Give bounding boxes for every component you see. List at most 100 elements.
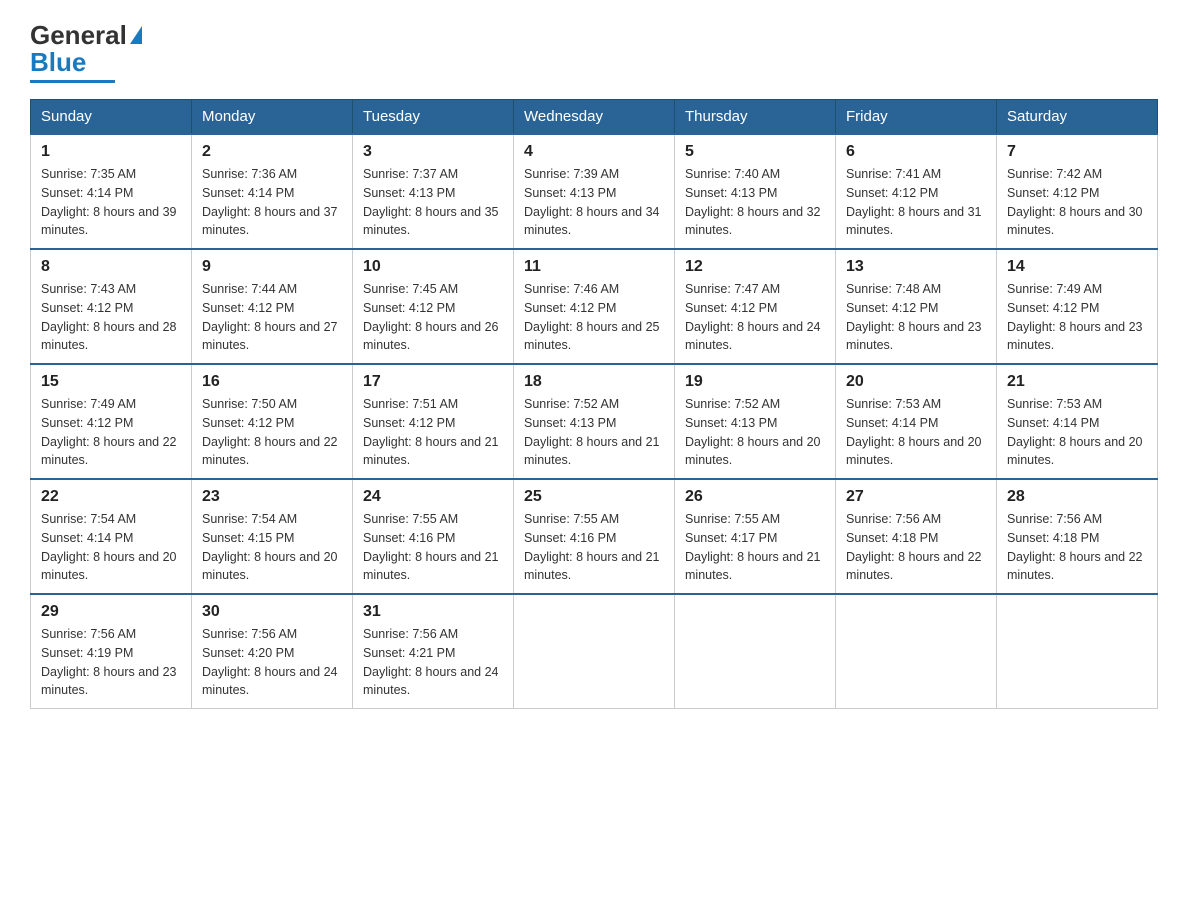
day-info: Sunrise: 7:55 AM Sunset: 4:17 PM Dayligh… [685, 510, 825, 585]
day-number: 27 [846, 488, 986, 506]
day-number: 24 [363, 488, 503, 506]
calendar-cell: 24 Sunrise: 7:55 AM Sunset: 4:16 PM Dayl… [353, 479, 514, 594]
day-info: Sunrise: 7:55 AM Sunset: 4:16 PM Dayligh… [524, 510, 664, 585]
calendar-cell: 25 Sunrise: 7:55 AM Sunset: 4:16 PM Dayl… [514, 479, 675, 594]
day-info: Sunrise: 7:56 AM Sunset: 4:18 PM Dayligh… [1007, 510, 1147, 585]
day-info: Sunrise: 7:44 AM Sunset: 4:12 PM Dayligh… [202, 280, 342, 355]
calendar-cell [836, 594, 997, 709]
day-number: 26 [685, 488, 825, 506]
calendar-cell: 19 Sunrise: 7:52 AM Sunset: 4:13 PM Dayl… [675, 364, 836, 479]
day-number: 22 [41, 488, 181, 506]
day-info: Sunrise: 7:56 AM Sunset: 4:18 PM Dayligh… [846, 510, 986, 585]
day-info: Sunrise: 7:53 AM Sunset: 4:14 PM Dayligh… [1007, 395, 1147, 470]
week-row-1: 1 Sunrise: 7:35 AM Sunset: 4:14 PM Dayli… [31, 134, 1158, 249]
column-header-sunday: Sunday [31, 100, 192, 135]
calendar-cell: 1 Sunrise: 7:35 AM Sunset: 4:14 PM Dayli… [31, 134, 192, 249]
day-info: Sunrise: 7:42 AM Sunset: 4:12 PM Dayligh… [1007, 165, 1147, 240]
calendar-cell: 21 Sunrise: 7:53 AM Sunset: 4:14 PM Dayl… [997, 364, 1158, 479]
logo-underline [30, 80, 115, 83]
day-info: Sunrise: 7:52 AM Sunset: 4:13 PM Dayligh… [524, 395, 664, 470]
day-info: Sunrise: 7:50 AM Sunset: 4:12 PM Dayligh… [202, 395, 342, 470]
day-number: 30 [202, 603, 342, 621]
day-info: Sunrise: 7:55 AM Sunset: 4:16 PM Dayligh… [363, 510, 503, 585]
calendar-cell: 2 Sunrise: 7:36 AM Sunset: 4:14 PM Dayli… [192, 134, 353, 249]
day-number: 14 [1007, 258, 1147, 276]
day-info: Sunrise: 7:39 AM Sunset: 4:13 PM Dayligh… [524, 165, 664, 240]
calendar-cell: 28 Sunrise: 7:56 AM Sunset: 4:18 PM Dayl… [997, 479, 1158, 594]
day-number: 5 [685, 143, 825, 161]
calendar-cell: 10 Sunrise: 7:45 AM Sunset: 4:12 PM Dayl… [353, 249, 514, 364]
calendar-cell: 22 Sunrise: 7:54 AM Sunset: 4:14 PM Dayl… [31, 479, 192, 594]
day-number: 9 [202, 258, 342, 276]
calendar-cell: 9 Sunrise: 7:44 AM Sunset: 4:12 PM Dayli… [192, 249, 353, 364]
calendar-cell: 12 Sunrise: 7:47 AM Sunset: 4:12 PM Dayl… [675, 249, 836, 364]
day-number: 23 [202, 488, 342, 506]
column-header-tuesday: Tuesday [353, 100, 514, 135]
calendar-cell: 17 Sunrise: 7:51 AM Sunset: 4:12 PM Dayl… [353, 364, 514, 479]
day-info: Sunrise: 7:45 AM Sunset: 4:12 PM Dayligh… [363, 280, 503, 355]
day-info: Sunrise: 7:53 AM Sunset: 4:14 PM Dayligh… [846, 395, 986, 470]
column-header-thursday: Thursday [675, 100, 836, 135]
week-row-5: 29 Sunrise: 7:56 AM Sunset: 4:19 PM Dayl… [31, 594, 1158, 709]
day-number: 28 [1007, 488, 1147, 506]
day-info: Sunrise: 7:51 AM Sunset: 4:12 PM Dayligh… [363, 395, 503, 470]
calendar-cell: 30 Sunrise: 7:56 AM Sunset: 4:20 PM Dayl… [192, 594, 353, 709]
day-number: 25 [524, 488, 664, 506]
day-number: 16 [202, 373, 342, 391]
day-number: 21 [1007, 373, 1147, 391]
logo-triangle-icon [130, 26, 142, 44]
day-number: 7 [1007, 143, 1147, 161]
day-number: 6 [846, 143, 986, 161]
day-number: 15 [41, 373, 181, 391]
calendar-cell: 26 Sunrise: 7:55 AM Sunset: 4:17 PM Dayl… [675, 479, 836, 594]
calendar-cell: 14 Sunrise: 7:49 AM Sunset: 4:12 PM Dayl… [997, 249, 1158, 364]
week-row-4: 22 Sunrise: 7:54 AM Sunset: 4:14 PM Dayl… [31, 479, 1158, 594]
calendar-cell: 11 Sunrise: 7:46 AM Sunset: 4:12 PM Dayl… [514, 249, 675, 364]
calendar-header-row: SundayMondayTuesdayWednesdayThursdayFrid… [31, 100, 1158, 135]
day-info: Sunrise: 7:49 AM Sunset: 4:12 PM Dayligh… [41, 395, 181, 470]
day-number: 4 [524, 143, 664, 161]
calendar-cell: 3 Sunrise: 7:37 AM Sunset: 4:13 PM Dayli… [353, 134, 514, 249]
calendar-cell: 20 Sunrise: 7:53 AM Sunset: 4:14 PM Dayl… [836, 364, 997, 479]
calendar-cell: 18 Sunrise: 7:52 AM Sunset: 4:13 PM Dayl… [514, 364, 675, 479]
day-info: Sunrise: 7:56 AM Sunset: 4:21 PM Dayligh… [363, 625, 503, 700]
calendar-cell: 15 Sunrise: 7:49 AM Sunset: 4:12 PM Dayl… [31, 364, 192, 479]
day-info: Sunrise: 7:49 AM Sunset: 4:12 PM Dayligh… [1007, 280, 1147, 355]
logo: General Blue [30, 20, 142, 83]
day-number: 29 [41, 603, 181, 621]
calendar-cell: 7 Sunrise: 7:42 AM Sunset: 4:12 PM Dayli… [997, 134, 1158, 249]
day-number: 19 [685, 373, 825, 391]
day-info: Sunrise: 7:40 AM Sunset: 4:13 PM Dayligh… [685, 165, 825, 240]
day-info: Sunrise: 7:56 AM Sunset: 4:20 PM Dayligh… [202, 625, 342, 700]
day-info: Sunrise: 7:56 AM Sunset: 4:19 PM Dayligh… [41, 625, 181, 700]
day-number: 2 [202, 143, 342, 161]
day-number: 1 [41, 143, 181, 161]
calendar-cell: 29 Sunrise: 7:56 AM Sunset: 4:19 PM Dayl… [31, 594, 192, 709]
day-number: 13 [846, 258, 986, 276]
calendar-cell [514, 594, 675, 709]
calendar-cell [997, 594, 1158, 709]
calendar-table: SundayMondayTuesdayWednesdayThursdayFrid… [30, 99, 1158, 709]
week-row-3: 15 Sunrise: 7:49 AM Sunset: 4:12 PM Dayl… [31, 364, 1158, 479]
day-info: Sunrise: 7:48 AM Sunset: 4:12 PM Dayligh… [846, 280, 986, 355]
day-number: 20 [846, 373, 986, 391]
logo-blue: Blue [30, 47, 86, 78]
day-number: 8 [41, 258, 181, 276]
day-number: 17 [363, 373, 503, 391]
column-header-wednesday: Wednesday [514, 100, 675, 135]
day-info: Sunrise: 7:54 AM Sunset: 4:15 PM Dayligh… [202, 510, 342, 585]
calendar-cell: 6 Sunrise: 7:41 AM Sunset: 4:12 PM Dayli… [836, 134, 997, 249]
calendar-cell [675, 594, 836, 709]
day-number: 12 [685, 258, 825, 276]
calendar-cell: 8 Sunrise: 7:43 AM Sunset: 4:12 PM Dayli… [31, 249, 192, 364]
week-row-2: 8 Sunrise: 7:43 AM Sunset: 4:12 PM Dayli… [31, 249, 1158, 364]
day-number: 10 [363, 258, 503, 276]
calendar-cell: 31 Sunrise: 7:56 AM Sunset: 4:21 PM Dayl… [353, 594, 514, 709]
calendar-cell: 16 Sunrise: 7:50 AM Sunset: 4:12 PM Dayl… [192, 364, 353, 479]
day-number: 31 [363, 603, 503, 621]
calendar-cell: 5 Sunrise: 7:40 AM Sunset: 4:13 PM Dayli… [675, 134, 836, 249]
day-number: 18 [524, 373, 664, 391]
column-header-saturday: Saturday [997, 100, 1158, 135]
page-header: General Blue [30, 20, 1158, 83]
day-info: Sunrise: 7:43 AM Sunset: 4:12 PM Dayligh… [41, 280, 181, 355]
